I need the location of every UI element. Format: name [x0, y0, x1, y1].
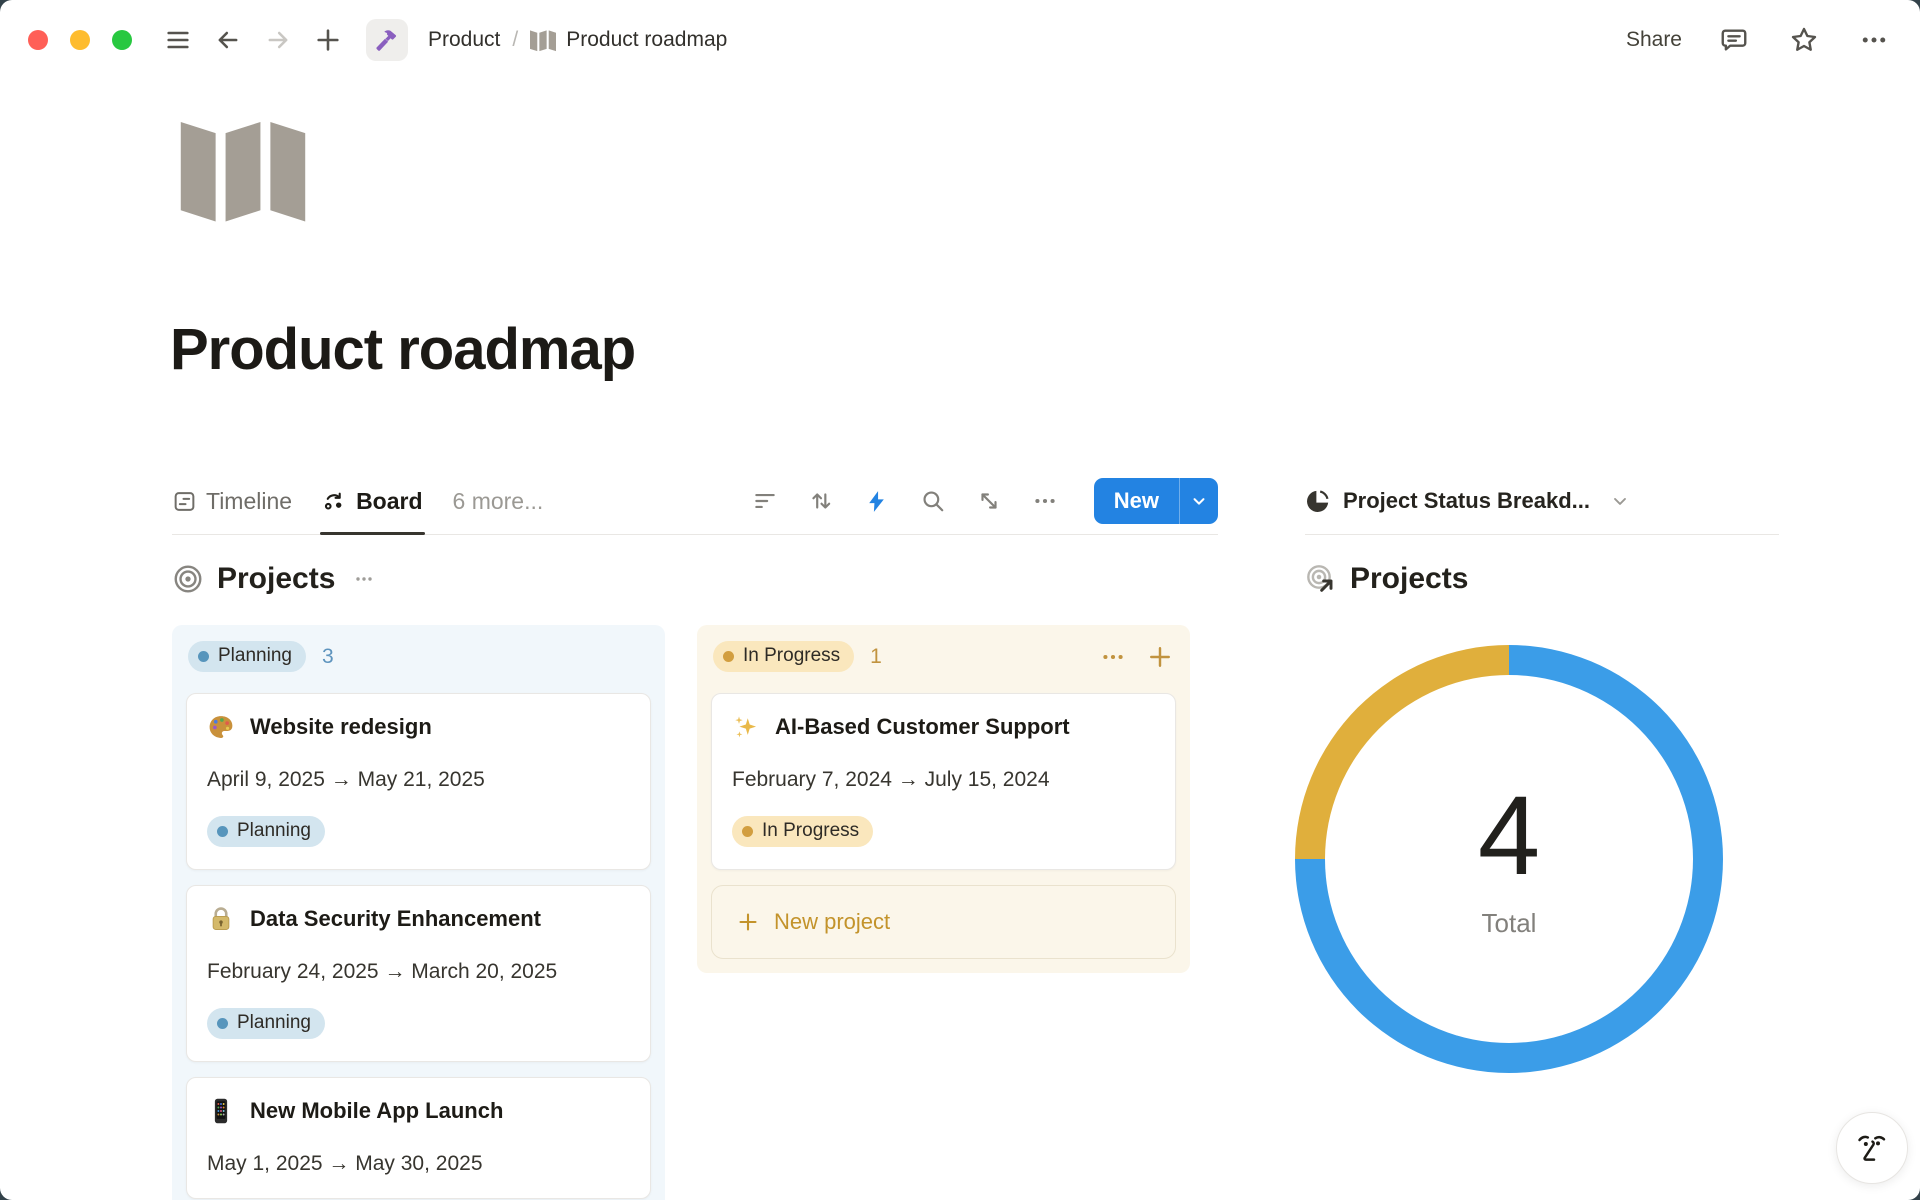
- target-icon: [172, 563, 204, 595]
- minimize-window-button[interactable]: [70, 30, 90, 50]
- timeline-icon: [172, 489, 197, 514]
- board-pane: Timeline Board 6 more...: [172, 468, 1218, 1200]
- card-dates: May 1, 2025 → May 30, 2025: [207, 1152, 630, 1176]
- view-more-icon[interactable]: [1032, 488, 1058, 514]
- breadcrumb: Product / Product roadmap: [360, 19, 727, 61]
- pie-chart-icon: [1305, 488, 1331, 514]
- automation-bolt-icon[interactable]: [864, 488, 890, 514]
- app-window: Product / Product roadmap Share: [0, 0, 1920, 1200]
- status-badge-planning: Planning: [207, 816, 325, 847]
- status-badge-in-progress: In Progress: [732, 816, 873, 847]
- column-count: 1: [870, 645, 882, 669]
- sparkles-icon: [732, 713, 760, 741]
- card-ai-based-customer-support[interactable]: AI-Based Customer Support February 7, 20…: [711, 693, 1176, 870]
- breadcrumb-separator: /: [512, 28, 518, 52]
- donut-center: 4 Total: [1295, 645, 1723, 1073]
- more-options-icon[interactable]: [1856, 22, 1892, 58]
- more-views-button[interactable]: 6 more...: [453, 488, 544, 515]
- view-header: Timeline Board 6 more...: [172, 468, 1218, 535]
- column-planning-header[interactable]: Planning 3: [186, 637, 651, 678]
- column-name: Planning: [218, 645, 292, 667]
- map-icon: [530, 28, 556, 52]
- column-planning: Planning 3: [172, 625, 665, 1200]
- page-title: Product roadmap: [170, 316, 635, 383]
- new-button[interactable]: New: [1094, 478, 1218, 524]
- forward-icon[interactable]: [260, 22, 296, 58]
- board-icon: [322, 489, 347, 514]
- breadcrumb-current[interactable]: Product roadmap: [566, 28, 727, 52]
- column-add-icon[interactable]: [1146, 643, 1174, 671]
- new-tab-plus-icon[interactable]: [310, 22, 346, 58]
- mobile-phone-icon: [207, 1097, 235, 1125]
- lock-icon: [207, 905, 235, 933]
- palette-icon: [207, 713, 235, 741]
- status-dot: [198, 651, 209, 662]
- sidebar-menu-icon[interactable]: [160, 22, 196, 58]
- tab-timeline[interactable]: Timeline: [172, 468, 292, 534]
- chart-title: Projects: [1350, 562, 1468, 596]
- card-dates: February 7, 2024 → July 15, 2024: [732, 768, 1155, 792]
- topbar-actions: Share: [1626, 22, 1892, 58]
- card-data-security-enhancement[interactable]: Data Security Enhancement February 24, 2…: [186, 885, 651, 1062]
- zoom-window-button[interactable]: [112, 30, 132, 50]
- status-badge-planning: Planning: [188, 641, 306, 672]
- card-dates: April 9, 2025 → May 21, 2025: [207, 768, 630, 792]
- filter-icon[interactable]: [752, 488, 778, 514]
- card-website-redesign[interactable]: Website redesign April 9, 2025 → May 21,…: [186, 693, 651, 870]
- hammer-icon[interactable]: [366, 19, 408, 61]
- chart-pane: Project Status Breakd... Projects: [1305, 468, 1779, 1073]
- donut-total-value: 4: [1478, 780, 1540, 892]
- tab-timeline-label: Timeline: [206, 488, 292, 515]
- tab-board-label: Board: [356, 488, 422, 515]
- card-new-mobile-app-launch[interactable]: New Mobile App Launch May 1, 2025 → May …: [186, 1077, 651, 1199]
- back-icon[interactable]: [210, 22, 246, 58]
- card-dates: February 24, 2025 → March 20, 2025: [207, 960, 630, 984]
- column-in-progress: In Progress 1: [697, 625, 1190, 973]
- plus-icon: [736, 910, 760, 934]
- notion-ai-button[interactable]: [1836, 1112, 1908, 1184]
- chart-selector-label: Project Status Breakd...: [1343, 488, 1590, 514]
- share-button[interactable]: Share: [1626, 28, 1682, 52]
- chevron-down-icon: [1610, 491, 1630, 511]
- donut-chart-wrap: 4 Total: [1295, 645, 1723, 1073]
- chart-view-selector[interactable]: Project Status Breakd...: [1305, 488, 1630, 514]
- favorite-star-icon[interactable]: [1786, 22, 1822, 58]
- tab-board[interactable]: Board: [322, 468, 422, 534]
- new-project-label: New project: [774, 909, 890, 935]
- column-count: 3: [322, 645, 334, 669]
- new-button-label: New: [1094, 478, 1179, 524]
- search-icon[interactable]: [920, 488, 946, 514]
- board-columns: Planning 3: [172, 625, 1218, 1200]
- column-name: In Progress: [743, 645, 840, 667]
- comments-icon[interactable]: [1716, 22, 1752, 58]
- status-badge-in-progress: In Progress: [713, 641, 854, 672]
- expand-icon[interactable]: [976, 488, 1002, 514]
- donut-total-label: Total: [1482, 908, 1537, 939]
- board-options-icon[interactable]: [352, 567, 376, 591]
- card-title: AI-Based Customer Support: [775, 714, 1070, 740]
- column-more-icon[interactable]: [1100, 644, 1126, 670]
- page-icon-map[interactable]: [178, 112, 308, 224]
- status-badge-planning: Planning: [207, 1008, 325, 1039]
- sort-icon[interactable]: [808, 488, 834, 514]
- notion-ai-face-icon: [1852, 1128, 1892, 1168]
- status-dot: [723, 651, 734, 662]
- view-toolbar: New: [752, 478, 1218, 524]
- target-link-icon: [1305, 563, 1337, 595]
- new-project-button[interactable]: New project: [711, 885, 1176, 959]
- card-title: Website redesign: [250, 714, 432, 740]
- card-title: New Mobile App Launch: [250, 1098, 503, 1124]
- board-section-head: Projects: [172, 553, 1218, 605]
- board-title: Projects: [217, 562, 335, 596]
- breadcrumb-root[interactable]: Product: [428, 28, 500, 52]
- close-window-button[interactable]: [28, 30, 48, 50]
- chart-section-head: Projects: [1305, 553, 1779, 605]
- new-button-chevron-down-icon[interactable]: [1179, 478, 1218, 524]
- column-in-progress-header[interactable]: In Progress 1: [711, 637, 1176, 678]
- card-title: Data Security Enhancement: [250, 906, 541, 932]
- window-controls: [28, 30, 132, 50]
- topbar: Product / Product roadmap Share: [0, 0, 1920, 80]
